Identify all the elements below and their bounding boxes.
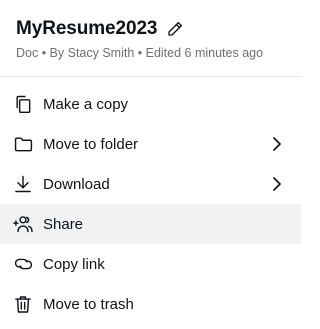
make-a-copy-item[interactable]: Make a copy xyxy=(0,84,301,124)
copy-icon xyxy=(12,93,34,115)
title-row: MyResume2023 xyxy=(16,16,285,42)
document-meta: Doc • By Stacy Smith • Edited 6 minutes … xyxy=(16,46,264,60)
copy-link-item[interactable]: Copy link xyxy=(0,244,301,284)
make-a-copy-label: Make a copy xyxy=(43,95,129,113)
download-icon xyxy=(12,173,34,195)
share-label: Share xyxy=(43,215,84,233)
document-title: MyResume2023 xyxy=(16,18,158,39)
pencil-icon[interactable] xyxy=(165,19,185,39)
download-item[interactable]: Download xyxy=(0,164,301,204)
folder-icon xyxy=(12,133,34,155)
document-header: MyResume2023 Doc • By Stacy Smith • Edit… xyxy=(0,0,301,77)
move-to-trash-item[interactable]: Move to trash xyxy=(0,284,301,324)
chevron-right-icon xyxy=(269,136,285,152)
trash-icon xyxy=(12,293,34,315)
move-to-folder-label: Move to folder xyxy=(43,135,139,153)
link-icon xyxy=(12,253,34,275)
document-menu: MyResume2023 Doc • By Stacy Smith • Edit… xyxy=(0,0,301,329)
menu-items: Make a copy Move to folder Download Shar… xyxy=(0,77,301,324)
copy-link-label: Copy link xyxy=(43,255,105,273)
add-person-icon xyxy=(12,213,34,235)
chevron-right-icon xyxy=(269,176,285,192)
share-item[interactable]: Share xyxy=(0,204,301,244)
move-to-folder-item[interactable]: Move to folder xyxy=(0,124,301,164)
download-label: Download xyxy=(43,175,110,193)
move-to-trash-label: Move to trash xyxy=(43,295,134,313)
